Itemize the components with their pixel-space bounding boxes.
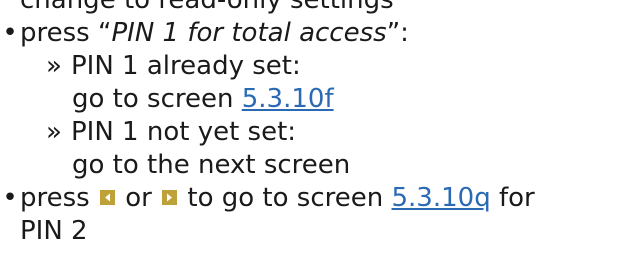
sub-item-pin1-set: » PIN 1 already set: [0, 50, 628, 83]
or-text: or [125, 183, 152, 213]
cut-text: change to read-only settings [20, 0, 394, 15]
pin1-set-text: PIN 1 already set: [71, 51, 301, 81]
arrow-right-button-icon [162, 190, 178, 205]
pin1-not-set-text: PIN 1 not yet set: [71, 117, 297, 147]
pin1-option-text: PIN 1 for total access [111, 18, 387, 48]
bullet-navigate: • press or to go to screen 5.3.10q for [0, 182, 628, 215]
sub-item-pin1-not-set-continuation: go to the next screen [0, 149, 628, 182]
sub-marker: » [46, 117, 62, 147]
press-text: press [20, 183, 90, 213]
sub-item-pin1-set-continuation: go to screen 5.3.10f [0, 83, 628, 116]
line-cut-top: change to read-only settings [0, 0, 628, 17]
link-screen-5-3-10q[interactable]: 5.3.10q [392, 183, 491, 213]
goto-text: go to screen [72, 84, 234, 114]
goto-next-text: go to the next screen [72, 150, 351, 180]
bullet-pin1: • press “PIN 1 for total access”: [0, 17, 628, 50]
arrow-left-button-icon [99, 190, 115, 205]
for-text: for [498, 183, 535, 213]
sub-item-pin1-not-set: » PIN 1 not yet set: [0, 116, 628, 149]
bullet-dot: • [2, 183, 18, 213]
quote-open: “ [97, 18, 112, 48]
sub-marker: » [46, 51, 62, 81]
press-text: press [20, 18, 90, 48]
instruction-document: change to read-only settings • press “PI… [0, 0, 628, 248]
bullet-dot: • [2, 18, 18, 48]
quote-close: ”: [386, 18, 409, 48]
bullet-navigate-continuation: PIN 2 [0, 215, 628, 248]
pin2-text: PIN 2 [20, 216, 88, 246]
goto-text: to go to screen [187, 183, 384, 213]
link-screen-5-3-10f[interactable]: 5.3.10f [242, 84, 334, 114]
